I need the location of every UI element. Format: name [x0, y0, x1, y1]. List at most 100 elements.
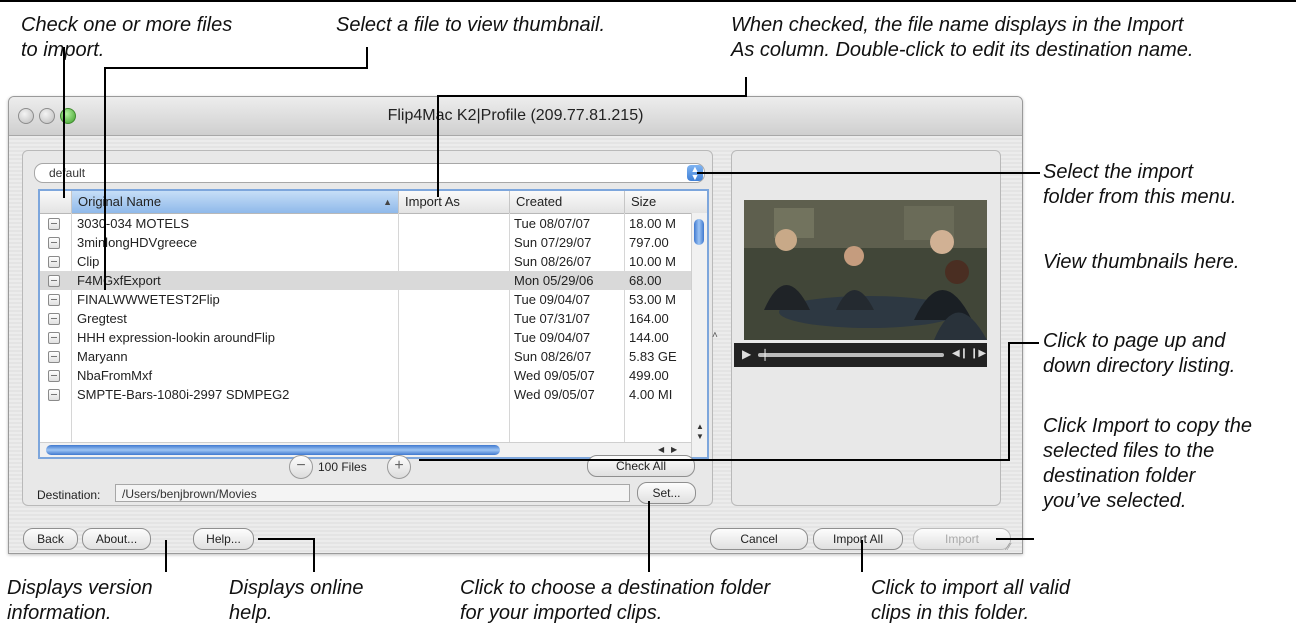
annotation-import-all-valid: Click to import all valid clips in this … — [871, 577, 1070, 624]
resize-grip-icon[interactable]: ⁄⁄ — [1007, 542, 1010, 553]
cell-size: 53.00 M — [629, 292, 676, 307]
scroll-right-arrow-icon[interactable]: ▶ — [671, 445, 677, 454]
row-checkbox[interactable] — [48, 389, 60, 401]
table-row[interactable]: Maryann Sun 08/26/07 5.83 GE — [40, 347, 691, 366]
row-checkbox[interactable] — [48, 370, 60, 382]
cell-created: Wed 09/05/07 — [514, 368, 595, 383]
back-button[interactable]: Back — [23, 528, 78, 550]
row-checkbox[interactable] — [48, 294, 60, 306]
page-down-button[interactable]: + — [387, 455, 411, 479]
column-size-label: Size — [631, 194, 657, 209]
callout-line — [1008, 342, 1039, 344]
table-row[interactable]: HHH expression-lookin aroundFlip Tue 09/0… — [40, 328, 691, 347]
cell-name: FINALWWWETEST2Flip — [77, 292, 220, 307]
vertical-scroll-thumb[interactable] — [694, 219, 704, 245]
table-row[interactable]: NbaFromMxf Wed 09/05/07 499.00 — [40, 366, 691, 385]
cell-import-as — [404, 233, 506, 252]
vertical-scrollbar[interactable]: ▲ ▼ — [691, 213, 707, 457]
column-import-as[interactable]: Import As — [398, 191, 509, 213]
callout-line — [258, 538, 315, 540]
video-thumbnail — [744, 200, 987, 340]
cell-created: Sun 07/29/07 — [514, 235, 592, 250]
column-created-label: Created — [516, 194, 563, 209]
scrubber-handle-icon[interactable]: ❘ — [760, 347, 770, 361]
cell-created: Mon 05/29/06 — [514, 273, 594, 288]
cell-import-as — [404, 309, 506, 328]
cell-name: 3030-034 MOTELS — [77, 216, 190, 231]
table-row[interactable]: FINALWWWETEST2Flip Tue 09/04/07 53.00 M — [40, 290, 691, 309]
set-destination-button[interactable]: Set... — [637, 482, 696, 504]
table-row[interactable]: SMPTE-Bars-1080i-2997 SDMPEG2 Wed 09/05/0… — [40, 385, 691, 404]
cell-size: 5.83 GE — [629, 349, 677, 364]
horizontal-scroll-thumb[interactable] — [46, 445, 500, 455]
step-forward-icon[interactable]: ❙▶ — [970, 348, 986, 359]
scroll-up-arrow-icon[interactable]: ▲ — [696, 422, 704, 431]
table-row[interactable]: 3030-034 MOTELS Tue 08/07/07 18.00 M — [40, 214, 691, 233]
meeting-scene-image — [744, 200, 987, 340]
file-table[interactable]: Original Name ▲ Import As Created Size 30… — [38, 189, 709, 459]
about-button[interactable]: About... — [82, 528, 151, 550]
callout-line — [104, 67, 106, 290]
column-size[interactable]: Size — [624, 191, 691, 213]
column-original-name-label: Original Name — [78, 194, 162, 209]
annotation-view-thumbnails: View thumbnails here. — [1043, 251, 1240, 273]
annotation-import-folder: Select the import folder from this menu. — [1043, 161, 1237, 208]
table-row[interactable]: Gregtest Tue 07/31/07 164.00 — [40, 309, 691, 328]
page-up-button[interactable]: − — [289, 455, 313, 479]
callout-line — [861, 540, 863, 572]
callout-line — [313, 538, 315, 572]
callout-line — [437, 95, 439, 197]
column-original-name[interactable]: Original Name ▲ — [71, 191, 398, 213]
checkbox-column-header — [40, 191, 71, 213]
panel-collapse-icon[interactable]: ˄ — [712, 330, 718, 341]
callout-line — [165, 540, 167, 572]
cancel-button[interactable]: Cancel — [710, 528, 808, 550]
scrubber-track[interactable] — [758, 353, 944, 357]
callout-line — [697, 172, 1040, 174]
callout-line — [1008, 342, 1010, 460]
cell-import-as — [404, 271, 506, 290]
import-folder-value: default — [49, 166, 86, 180]
row-checkbox[interactable] — [48, 237, 60, 249]
row-checkbox[interactable] — [48, 256, 60, 268]
help-button[interactable]: Help... — [193, 528, 254, 550]
cell-created: Sun 08/26/07 — [514, 349, 592, 364]
cell-size: 68.00 — [629, 273, 662, 288]
row-checkbox[interactable] — [48, 218, 60, 230]
cell-import-as — [404, 290, 506, 309]
column-import-as-label: Import As — [405, 194, 460, 209]
row-checkbox[interactable] — [48, 351, 60, 363]
annotation-select-thumbnail: Select a file to view thumbnail. — [336, 14, 606, 36]
table-row[interactable]: 3minlongHDVgreece Sun 07/29/07 797.00 — [40, 233, 691, 252]
file-count: 100 Files — [318, 460, 367, 474]
callout-line — [648, 501, 650, 572]
callout-line — [996, 538, 1034, 540]
import-all-button[interactable]: Import All — [813, 528, 903, 550]
row-checkbox[interactable] — [48, 275, 60, 287]
destination-field: /Users/benjbrown/Movies — [115, 484, 630, 502]
cell-size: 499.00 — [629, 368, 669, 383]
column-created[interactable]: Created — [509, 191, 624, 213]
scroll-down-arrow-icon[interactable]: ▼ — [696, 432, 704, 441]
cell-import-as — [404, 214, 506, 233]
table-row[interactable]: Clip Sun 08/26/07 10.00 M — [40, 252, 691, 271]
annotation-import-copy: Click Import to copy the selected files … — [1043, 415, 1252, 512]
destination-label: Destination: — [37, 488, 101, 502]
play-icon[interactable]: ▶ — [742, 347, 751, 361]
row-checkbox[interactable] — [48, 332, 60, 344]
import-folder-popup[interactable]: default ▲ ▼ — [34, 163, 705, 183]
sort-ascending-icon: ▲ — [383, 197, 392, 207]
title-bar: Flip4Mac K2|Profile (209.77.81.215) — [9, 97, 1022, 136]
row-checkbox[interactable] — [48, 313, 60, 325]
annotation-page-up-down: Click to page up and down directory list… — [1043, 330, 1236, 377]
scroll-left-arrow-icon[interactable]: ◀ — [658, 445, 664, 454]
cell-created: Wed 09/05/07 — [514, 387, 595, 402]
cell-import-as — [404, 252, 506, 271]
step-back-icon[interactable]: ◀❙ — [952, 348, 968, 359]
callout-line — [745, 77, 747, 96]
window-title: Flip4Mac K2|Profile (209.77.81.215) — [387, 107, 644, 124]
cell-name: Gregtest — [77, 311, 127, 326]
table-row[interactable]: F4MGxfExport Mon 05/29/06 68.00 — [40, 271, 691, 290]
cell-import-as — [404, 366, 506, 385]
annotation-version-info: Displays version information. — [7, 577, 153, 624]
